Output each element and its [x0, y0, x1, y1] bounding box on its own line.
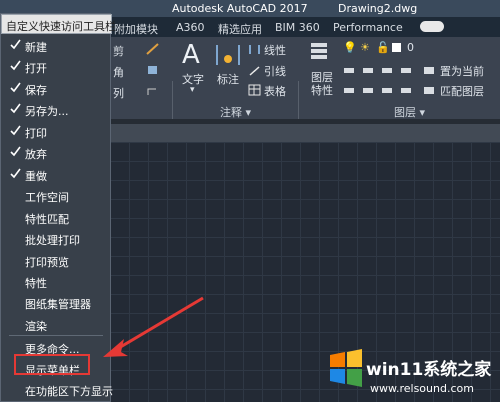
erase-icon[interactable]	[146, 43, 159, 55]
modify-array-label[interactable]: 列	[113, 85, 124, 101]
dimension-label[interactable]: 标注	[217, 71, 239, 87]
match-layer-icon[interactable]	[423, 84, 436, 96]
watermark-brand: win11系统之家	[366, 360, 492, 380]
menu-item-label: 另存为...	[25, 105, 69, 118]
menu-item-save-as[interactable]: 另存为...	[1, 100, 110, 120]
svg-text:A: A	[182, 40, 200, 69]
menu-item-plot-preview[interactable]: 打印预览	[1, 251, 110, 271]
menu-item-new[interactable]: 新建	[1, 36, 110, 56]
check-icon	[10, 168, 21, 179]
menu-item-batch-plot[interactable]: 批处理打印	[1, 229, 110, 249]
watermark-url: www.relsound.com	[370, 382, 474, 395]
layer-isolate-icon[interactable]	[362, 64, 375, 76]
leader-icon[interactable]	[248, 64, 261, 76]
menu-item-label: 特性	[25, 277, 47, 290]
annotation-panel-title[interactable]: 注释 ▾	[220, 104, 251, 120]
linear-label[interactable]: 线性	[264, 42, 286, 58]
menu-item-open[interactable]: 打开	[1, 57, 110, 77]
menu-item-label: 图纸集管理器	[25, 298, 91, 311]
tab-addins[interactable]: 附加模块	[114, 21, 158, 37]
tab-a360[interactable]: A360	[176, 21, 205, 34]
menu-item-label: 放弃	[25, 148, 47, 161]
layers-panel-title[interactable]: 图层 ▾	[394, 104, 425, 120]
match-layer-label[interactable]: 匹配图层	[440, 83, 484, 99]
offset-icon[interactable]	[146, 85, 159, 97]
menu-item-label: 工作空间	[25, 191, 69, 204]
chevron-down-icon[interactable]: ▾	[190, 85, 195, 95]
menu-item-label: 渲染	[25, 320, 47, 333]
linear-dim-icon[interactable]	[248, 43, 261, 55]
menu-item-label: 打印	[25, 127, 47, 140]
lock-icon[interactable]: 🔓	[376, 41, 390, 54]
check-icon	[10, 125, 21, 136]
tab-featured-apps[interactable]: 精选应用	[218, 21, 262, 37]
menu-item-label: 新建	[25, 41, 47, 54]
layer-off-icon[interactable]	[343, 64, 356, 76]
menu-header-label: 自定义快速访问工具栏	[6, 20, 116, 33]
menu-item-label: 批处理打印	[25, 234, 80, 247]
menu-item-label: 保存	[25, 84, 47, 97]
dimension-icon[interactable]	[214, 41, 242, 69]
app-title: Autodesk AutoCAD 2017	[172, 2, 308, 15]
check-icon	[10, 146, 21, 157]
menu-item-label: 打印预览	[25, 256, 69, 269]
menu-item-redo[interactable]: 重做	[1, 165, 110, 185]
layer-freeze-icon[interactable]	[381, 64, 394, 76]
layer-lock-icon[interactable]	[400, 64, 413, 76]
layer-unlock-icon[interactable]	[400, 84, 413, 96]
menu-item-label: 打开	[25, 62, 47, 75]
table-icon[interactable]	[248, 84, 261, 96]
check-icon	[10, 60, 21, 71]
layer-on-icon[interactable]	[343, 84, 356, 96]
menu-item-match-properties[interactable]: 特性匹配	[1, 208, 110, 228]
modify-fillet-label[interactable]: 角	[113, 64, 124, 80]
text-icon[interactable]: A	[180, 39, 204, 69]
tab-bim360[interactable]: BIM 360	[275, 21, 320, 34]
layer-unisolate-icon[interactable]	[362, 84, 375, 96]
menu-item-show-below-ribbon[interactable]: 在功能区下方显示	[1, 380, 113, 400]
menu-item-label: 重做	[25, 170, 47, 183]
menu-item-plot[interactable]: 打印	[1, 122, 110, 142]
menu-header: 自定义快速访问工具栏	[1, 14, 116, 34]
layer-thaw-icon[interactable]	[381, 84, 394, 96]
menu-item-sheet-set-manager[interactable]: 图纸集管理器	[1, 293, 110, 313]
layer-properties-label[interactable]: 图层 特性	[311, 71, 333, 97]
file-title: Drawing2.dwg	[338, 2, 418, 15]
leader-label[interactable]: 引线	[264, 63, 286, 79]
customize-qat-menu: 自定义快速访问工具栏 新建 打开 保存 另存为... 打印 放弃 重做 工作空间…	[0, 13, 116, 402]
menu-item-workspace[interactable]: 工作空间	[1, 186, 110, 206]
check-icon	[10, 82, 21, 93]
tab-performance[interactable]: Performance	[333, 21, 403, 34]
check-icon	[10, 39, 21, 50]
highlight-box	[14, 354, 90, 375]
set-current-icon[interactable]	[423, 64, 436, 76]
layer-properties-icon[interactable]	[309, 40, 331, 64]
bulb-icon[interactable]: 💡	[343, 41, 357, 54]
menu-item-properties[interactable]: 特性	[1, 272, 110, 292]
menu-item-save[interactable]: 保存	[1, 79, 110, 99]
layer-color-swatch[interactable]	[392, 43, 401, 52]
sun-icon[interactable]: ☀	[360, 41, 370, 54]
menu-item-render[interactable]: 渲染	[1, 315, 110, 335]
menu-separator	[9, 335, 103, 336]
modify-trim-label[interactable]: 剪	[113, 43, 124, 59]
current-layer-value[interactable]: 0	[407, 41, 414, 54]
check-icon	[10, 103, 21, 114]
file-tab-bar	[110, 124, 500, 142]
table-label[interactable]: 表格	[264, 83, 286, 99]
workspace-toggle-icon[interactable]	[420, 21, 444, 32]
explode-icon[interactable]	[146, 64, 159, 76]
menu-item-undo[interactable]: 放弃	[1, 143, 110, 163]
menu-item-label: 在功能区下方显示	[25, 385, 113, 398]
set-current-label[interactable]: 置为当前	[440, 63, 484, 79]
menu-item-label: 特性匹配	[25, 213, 69, 226]
